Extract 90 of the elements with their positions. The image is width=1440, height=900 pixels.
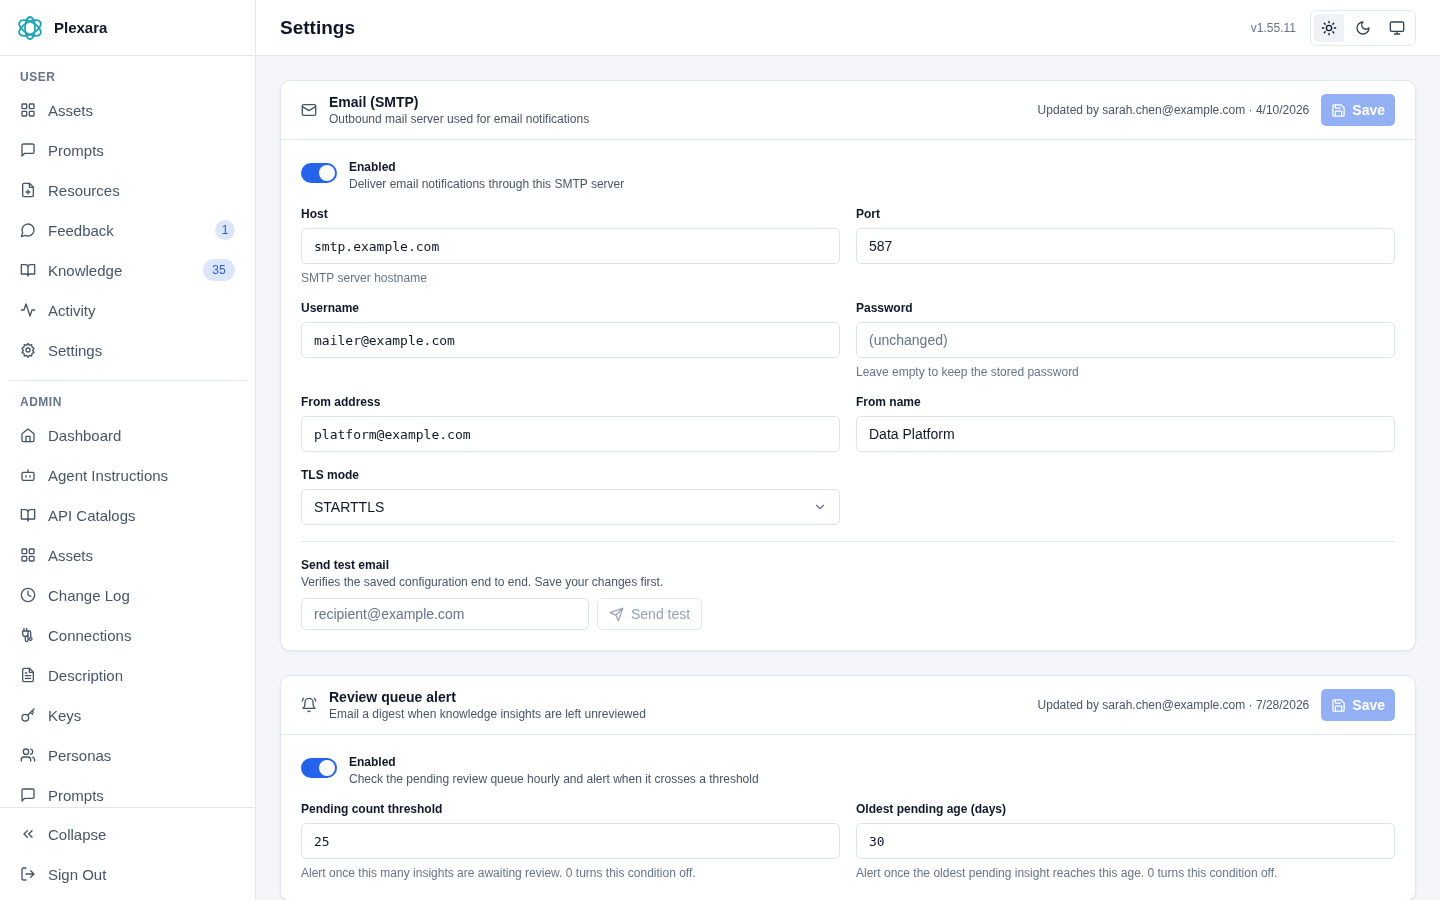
input-field[interactable]: mailer@example.com	[301, 322, 840, 358]
users-icon	[20, 747, 36, 763]
input-field[interactable]: platform@example.com	[301, 416, 840, 452]
sign-out-icon	[20, 866, 36, 882]
page-title: Settings	[280, 16, 356, 39]
sidebar-item[interactable]: Knowledge 35	[8, 250, 247, 290]
version-label: v1.55.11	[1250, 20, 1296, 35]
field-hint: Leave empty to keep the stored password	[856, 365, 1080, 379]
moon-icon	[1355, 19, 1371, 36]
section-heading: USER	[19, 69, 57, 86]
save-icon	[1331, 102, 1347, 118]
theme-button[interactable]	[1314, 13, 1344, 42]
sidebar-item[interactable]: Prompts	[8, 775, 247, 807]
recipient-field[interactable]: recipient@example.com	[301, 598, 589, 630]
sidebar-item[interactable]: Activity	[8, 290, 247, 330]
mail-icon	[301, 102, 317, 118]
grid-icon	[20, 547, 36, 563]
sidebar-item[interactable]: API Catalogs	[8, 495, 247, 535]
sidebar-item[interactable]: Keys	[8, 695, 247, 735]
toggle-label: Enabled	[349, 755, 397, 769]
sidebar-item[interactable]: Connections	[8, 615, 247, 655]
key-icon	[20, 707, 36, 723]
robot-icon	[20, 467, 36, 483]
settings-icon	[20, 342, 36, 358]
input-field[interactable]: smtp.example.com	[301, 228, 840, 264]
chat-bubble-icon	[20, 222, 36, 238]
toggle-switch[interactable]	[301, 163, 337, 183]
sidebar-item[interactable]: Sign Out	[8, 854, 247, 894]
sidebar-item[interactable]: Settings	[8, 330, 247, 370]
sun-icon	[1321, 19, 1337, 36]
field-hint: SMTP server hostname	[301, 271, 428, 285]
sidebar-item[interactable]: Description	[8, 655, 247, 695]
brand-name: Plexara	[54, 19, 108, 36]
message-icon	[20, 142, 36, 158]
sidebar-item[interactable]: Feedback 1	[8, 210, 247, 250]
card-title: Email (SMTP)	[329, 94, 420, 110]
count-badge: 1	[215, 220, 235, 240]
section-title: Send test email	[301, 558, 391, 572]
sidebar-item[interactable]: Change Log	[8, 575, 247, 615]
home-icon	[20, 427, 36, 443]
sidebar-item[interactable]: Personas	[8, 735, 247, 775]
field-label: Password	[856, 301, 914, 315]
sidebar-item[interactable]: Dashboard	[8, 415, 247, 455]
activity-icon	[20, 302, 36, 318]
card-subtitle: Email a digest when knowledge insights are left unreviewed	[329, 707, 647, 721]
clock-icon	[20, 587, 36, 603]
toggle-description: Check the pending review queue hourly and alert when it crosses a threshold	[349, 772, 759, 786]
toggle-switch[interactable]	[301, 758, 337, 778]
select-field[interactable]: STARTTLS	[301, 489, 840, 525]
sidebar-item[interactable]: Agent Instructions	[8, 455, 247, 495]
field-label: Oldest pending age (days)	[856, 802, 1008, 816]
book-icon	[20, 507, 36, 523]
input-field[interactable]: 30	[856, 823, 1395, 859]
section-heading: ADMIN	[19, 394, 63, 411]
toggle-description: Deliver email notifications through this SMTP server	[349, 177, 625, 191]
document-icon	[20, 667, 36, 683]
input-field[interactable]: Data Platform	[856, 416, 1395, 452]
field-label: TLS mode	[301, 468, 360, 482]
bell-icon	[301, 697, 317, 713]
input-field[interactable]: 25	[301, 823, 840, 859]
sidebar-item[interactable]: Assets	[8, 90, 247, 130]
field-hint: Alert once the oldest pending insight reaches this age. 0 turns this condition off.	[856, 866, 1279, 880]
input-field[interactable]: 587	[856, 228, 1395, 264]
card-title: Review queue alert	[329, 689, 457, 705]
book-icon	[20, 262, 36, 278]
field-label: Username	[301, 301, 361, 315]
sidebar-item[interactable]: Resources	[8, 170, 247, 210]
message-icon	[20, 787, 36, 803]
field-label: Pending count threshold	[301, 802, 444, 816]
toggle-label: Enabled	[349, 160, 397, 174]
card-subtitle: Outbound mail server used for email notifications	[329, 112, 591, 126]
sidebar-item[interactable]: Prompts	[8, 130, 247, 170]
sidebar-item[interactable]: Assets	[8, 535, 247, 575]
monitor-icon	[1389, 19, 1405, 36]
logo-icon	[16, 13, 44, 42]
file-plus-icon	[20, 182, 36, 198]
grid-icon	[20, 102, 36, 118]
field-hint: Alert once this many insights are awaiting review. 0 turns this condition off.	[301, 866, 697, 880]
updated-note: Updated by sarah.chen@example.com · 4/10/2026	[1037, 103, 1310, 117]
field-label: Port	[856, 207, 881, 221]
field-label: From address	[301, 395, 382, 409]
password-field[interactable]: (unchanged)	[856, 322, 1395, 358]
save-icon	[1331, 697, 1347, 713]
sidebar-item[interactable]: Collapse	[8, 814, 247, 854]
field-label: Host	[301, 207, 329, 221]
updated-note: Updated by sarah.chen@example.com · 7/28/2026	[1037, 698, 1310, 712]
section-description: Verifies the saved configuration end to end. Save your changes first.	[301, 575, 665, 589]
send-icon	[609, 606, 624, 622]
field-label: From name	[856, 395, 922, 409]
count-badge: 35	[203, 259, 235, 281]
